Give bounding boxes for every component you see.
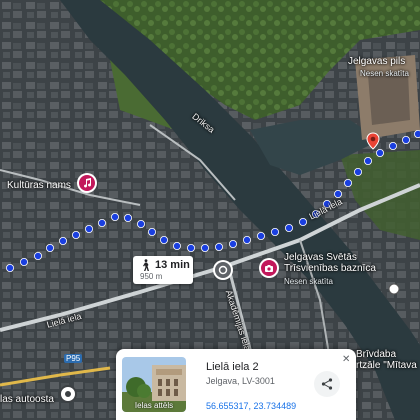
- walking-icon: [143, 259, 149, 271]
- share-button[interactable]: [314, 371, 340, 397]
- place-label-culture-house[interactable]: Kultūras nams: [7, 180, 71, 191]
- route-info-bubble[interactable]: 13 min 950 m: [133, 256, 193, 284]
- place-card[interactable]: Ielas attēls Lielā iela 2 Jelgava, LV-30…: [116, 349, 356, 420]
- place-label-jelgava-palace[interactable]: Jelgavas pils: [348, 56, 405, 67]
- street-view-thumbnail[interactable]: Ielas attēls: [122, 357, 186, 412]
- share-icon: [321, 378, 333, 390]
- walk-distance: 950 m: [140, 272, 163, 281]
- road-label-highway: P95: [64, 354, 83, 363]
- place-label-church[interactable]: Jelgavas Svētās Trīsvienības baznīca: [284, 252, 376, 274]
- place-status-jelgava-palace: Nesen skatīta: [360, 69, 409, 78]
- place-coordinates[interactable]: 56.655317, 23.734489: [206, 401, 296, 411]
- place-status-church: Nesen skatīta: [284, 277, 333, 286]
- street-view-caption: Ielas attēls: [134, 401, 174, 410]
- place-title: Lielā iela 2: [206, 361, 259, 373]
- place-address: Jelgava, LV-3001: [206, 376, 275, 386]
- transit-icon[interactable]: [215, 262, 231, 278]
- close-icon[interactable]: ✕: [342, 354, 350, 365]
- place-label-brivdabas[interactable]: Brīvdaba rtzāle "Mītava: [356, 349, 417, 371]
- music-icon[interactable]: [79, 175, 95, 191]
- camera-icon[interactable]: [261, 260, 277, 276]
- place-label-bus-station[interactable]: las autoosta: [0, 394, 54, 405]
- walk-time: 13 min: [155, 259, 190, 271]
